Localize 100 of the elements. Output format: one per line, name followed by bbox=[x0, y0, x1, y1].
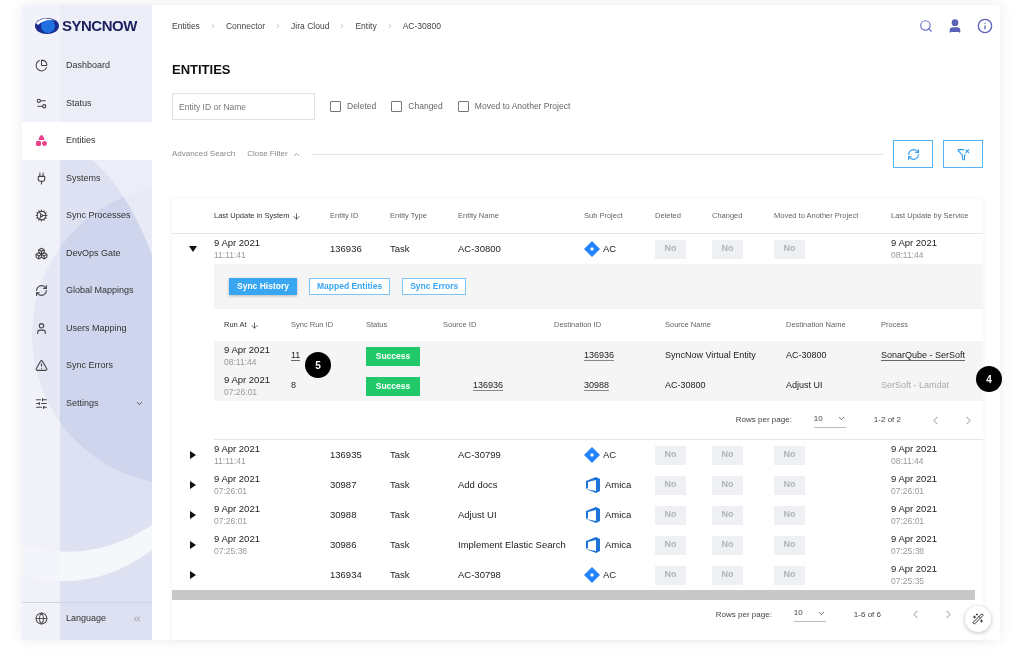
no-badge: No bbox=[774, 475, 805, 495]
time-text: 07:26:01 bbox=[214, 515, 249, 527]
sync-icon bbox=[34, 284, 48, 298]
sidebar-item[interactable]: Sync Processes bbox=[22, 197, 152, 235]
rows-per-page-select[interactable]: 10 bbox=[813, 412, 846, 428]
sub-project-name: AC bbox=[603, 567, 617, 582]
table-cell-text: AC-30800 bbox=[786, 349, 828, 363]
sub-project-name: AC bbox=[603, 447, 617, 462]
sidebar-item[interactable]: Sync Errors bbox=[22, 347, 152, 385]
expand-toggle[interactable] bbox=[189, 245, 197, 253]
board-icon bbox=[584, 507, 602, 523]
sidebar-item[interactable]: Dashboard bbox=[22, 47, 152, 85]
no-badge: No bbox=[774, 239, 805, 259]
refresh-button[interactable] bbox=[893, 140, 933, 168]
horizontal-scrollbar[interactable] bbox=[172, 590, 975, 600]
expand-toggle[interactable] bbox=[189, 481, 197, 489]
table-cell-text: Task bbox=[390, 447, 411, 462]
table-cell-text: SyncNow Virtual Entity bbox=[665, 349, 757, 363]
no-badge: No bbox=[774, 535, 805, 555]
close-filter-button[interactable]: Close Filter bbox=[247, 148, 301, 160]
date-text: 9 Apr 2021 bbox=[224, 344, 271, 356]
shapes-icon bbox=[34, 134, 48, 148]
sidebar-item[interactable]: Entities bbox=[22, 122, 152, 160]
breadcrumb-link[interactable]: Connector bbox=[225, 19, 266, 33]
process-link[interactable]: SonarQube - SerSoft bbox=[881, 350, 966, 362]
sidebar-item[interactable]: Settings bbox=[22, 384, 152, 422]
page-title: ENTITIES bbox=[172, 62, 232, 78]
no-badge: No bbox=[712, 475, 743, 495]
table-cell-text: AC-30799 bbox=[458, 447, 502, 462]
time-text: 07:26:01 bbox=[891, 485, 926, 497]
pie-chart-icon bbox=[34, 59, 48, 73]
date-text: 9 Apr 2021 bbox=[891, 443, 938, 455]
diamond-icon bbox=[584, 241, 600, 257]
date-text: 9 Apr 2021 bbox=[214, 533, 261, 545]
cubes-icon bbox=[34, 246, 48, 260]
date-text: 9 Apr 2021 bbox=[214, 443, 261, 455]
language-button[interactable]: Language bbox=[66, 611, 132, 626]
board-icon bbox=[584, 537, 602, 553]
expand-toggle[interactable] bbox=[189, 511, 197, 519]
date-text: 9 Apr 2021 bbox=[214, 473, 261, 485]
caret-icon bbox=[836, 414, 846, 423]
time-text: 11:11:41 bbox=[214, 455, 247, 467]
destination-id-link[interactable]: 30988 bbox=[584, 380, 610, 392]
search-icon bbox=[919, 19, 933, 33]
rows-per-page-select[interactable]: 10 bbox=[793, 607, 826, 622]
diamond-icon bbox=[584, 567, 600, 583]
advanced-search-link[interactable]: Advanced Search bbox=[172, 148, 236, 160]
destination-id-link[interactable]: 136936 bbox=[584, 350, 615, 362]
no-badge: No bbox=[774, 565, 805, 585]
no-badge: No bbox=[655, 475, 686, 495]
table-cell-text: AC-30800 bbox=[458, 241, 502, 256]
globe-icon bbox=[34, 612, 48, 625]
sidebar-item[interactable]: Users Mapping bbox=[22, 309, 152, 347]
table-cell-text: AC-30798 bbox=[458, 567, 502, 582]
breadcrumb-link[interactable]: Entity bbox=[355, 19, 377, 33]
sidebar-item[interactable]: DevOps Gate bbox=[22, 234, 152, 272]
date-text: 9 Apr 2021 bbox=[891, 503, 938, 515]
time-text: 08:11:44 bbox=[891, 455, 925, 467]
logo-icon bbox=[34, 15, 60, 37]
info-icon bbox=[977, 18, 993, 34]
sidebar-item[interactable]: Status bbox=[22, 84, 152, 122]
date-text: 9 Apr 2021 bbox=[224, 374, 271, 386]
table-cell-text: Adjust UI bbox=[458, 507, 498, 522]
table-cell-text: Task bbox=[390, 241, 411, 256]
rows-per-page-label: Rows per page: bbox=[735, 414, 792, 426]
checkbox[interactable] bbox=[457, 101, 469, 112]
run-id-link[interactable]: 11 bbox=[291, 350, 301, 362]
no-badge: No bbox=[655, 445, 686, 465]
expand-toggle[interactable] bbox=[189, 541, 197, 549]
no-badge: No bbox=[712, 505, 743, 525]
clear-filter-button[interactable] bbox=[943, 140, 983, 168]
no-badge: No bbox=[712, 535, 743, 555]
time-text: 07:25:35 bbox=[891, 575, 926, 587]
refresh-icon bbox=[906, 147, 920, 161]
checkbox[interactable] bbox=[330, 101, 341, 112]
table-cell-text: 136935 bbox=[330, 447, 363, 462]
expand-toggle[interactable] bbox=[189, 451, 197, 459]
table-cell-text: Task bbox=[390, 507, 411, 522]
entity-search-field[interactable]: Entity ID or Name bbox=[172, 93, 315, 120]
source-id-link[interactable]: 136936 bbox=[473, 380, 504, 392]
table-cell-text: 30988 bbox=[330, 507, 358, 522]
breadcrumb-link[interactable]: Entities bbox=[172, 19, 200, 33]
checkbox[interactable] bbox=[391, 101, 403, 112]
logo-text: SYNCNOW bbox=[62, 15, 137, 36]
no-badge: No bbox=[712, 239, 743, 259]
user-icon bbox=[947, 18, 963, 34]
filter-off-icon bbox=[956, 147, 970, 161]
sidebar-item[interactable]: Global Mappings bbox=[22, 272, 152, 310]
time-text: 08:11:44 bbox=[891, 249, 925, 261]
time-text: 11:11:41 bbox=[214, 249, 247, 261]
table-cell: 8 bbox=[291, 380, 296, 391]
sidebar-item[interactable]: Systems bbox=[22, 159, 152, 197]
expand-toggle[interactable] bbox=[189, 571, 197, 579]
breadcrumb-link[interactable]: Jira Cloud bbox=[291, 19, 330, 33]
table-cell-text: Implement Elastic Search bbox=[458, 537, 567, 552]
no-badge: No bbox=[655, 505, 686, 525]
no-badge: No bbox=[774, 505, 805, 525]
breadcrumb-link[interactable]: AC-30800 bbox=[402, 19, 441, 33]
wand-icon bbox=[972, 613, 984, 625]
rows-per-page-label: Rows per page: bbox=[715, 608, 772, 621]
